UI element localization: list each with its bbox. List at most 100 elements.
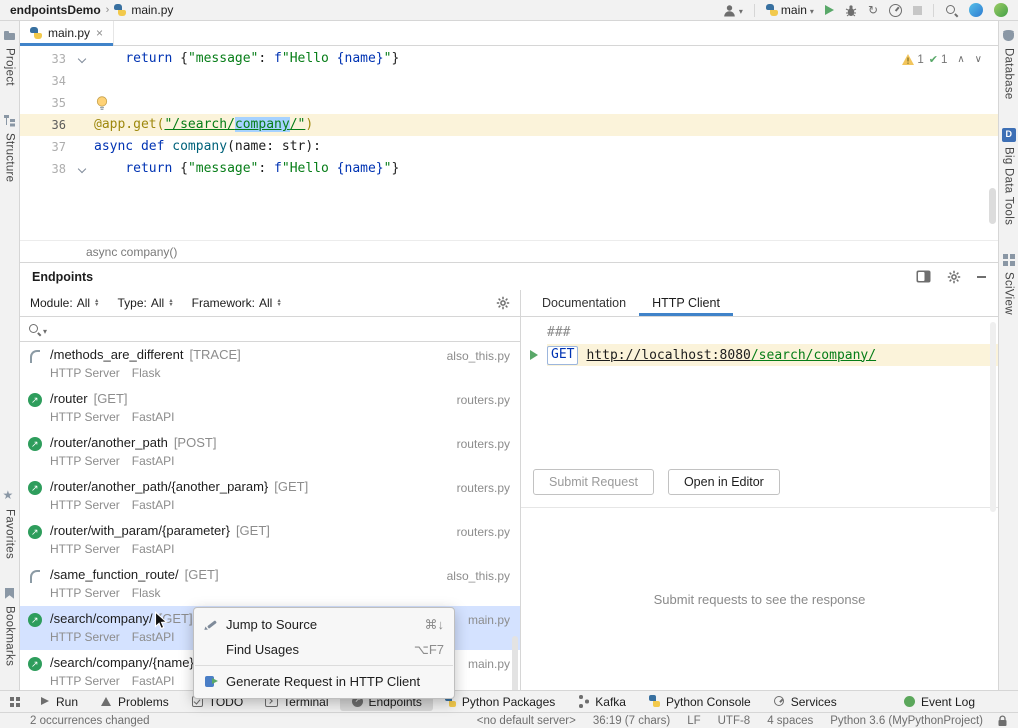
endpoint-row[interactable]: /router/with_param/{parameter} [GET] HTT…	[20, 518, 520, 562]
code-token: async	[94, 139, 133, 154]
client-tab[interactable]: HTTP Client	[639, 290, 733, 316]
layout-icon[interactable]	[916, 270, 931, 283]
toolwindow-button[interactable]: Bookmarks	[3, 587, 17, 666]
run-config-select[interactable]: main	[766, 3, 814, 17]
http-request-editor[interactable]: ### GET http://localhost:8080/search/com…	[521, 317, 998, 507]
debug-button[interactable]	[845, 4, 857, 17]
code-editor[interactable]: 33 return {"message": f"Hello {name}"} 3…	[20, 46, 998, 240]
menu-item[interactable]: Jump to Source ⌘↓	[194, 612, 454, 637]
endpoint-file: main.py	[468, 657, 510, 690]
status-item[interactable]: Python 3.6 (MyPythonProject)	[830, 715, 983, 727]
code-line[interactable]: 34	[20, 70, 998, 92]
request-url-path[interactable]: /search/company/	[751, 348, 876, 363]
toolwindow-button[interactable]: Structure	[3, 114, 17, 182]
toolwindow-label: Structure	[4, 133, 16, 182]
titlebar-actions: main	[723, 3, 1008, 17]
previous-issue-icon[interactable]: ∧	[957, 54, 964, 65]
endpoint-row[interactable]: /router [GET] HTTP Server FastAPI router…	[20, 386, 520, 430]
breadcrumb-project[interactable]: endpointsDemo	[10, 3, 101, 17]
client-tab[interactable]: Documentation	[529, 290, 639, 316]
menu-item[interactable]: Find Usages ⌥F7	[194, 637, 454, 662]
submit-request-button[interactable]: Submit Request	[533, 469, 654, 495]
toolwindow-tab[interactable]: Problems	[89, 693, 180, 711]
toolwindow-tab[interactable]: Kafka	[566, 693, 637, 711]
breadcrumb-file[interactable]: main.py	[131, 3, 173, 17]
toolwindow-tab-event-log[interactable]: Event Log	[892, 693, 986, 711]
search-everywhere-button[interactable]	[945, 4, 958, 17]
toolwindow-button[interactable]: Project	[3, 29, 17, 86]
toolwindow-tab[interactable]: Python Console	[637, 693, 762, 711]
toolwindow-button[interactable]: Big Data Tools	[1002, 128, 1016, 225]
search-icon	[28, 323, 41, 336]
status-item[interactable]: 36:19 (7 chars)	[593, 715, 670, 727]
request-url-host[interactable]: http://localhost:8080	[586, 348, 750, 363]
user-account-button[interactable]	[723, 3, 743, 17]
code-line[interactable]: 38 return {"message": f"Hello {name}"}	[20, 158, 998, 180]
code-line[interactable]: 33 return {"message": f"Hello {name}"}	[20, 48, 998, 70]
toolwindow-tab[interactable]: Run	[27, 693, 89, 711]
fold-icon[interactable]	[78, 165, 86, 173]
filter-select[interactable]: Framework: All	[192, 296, 282, 310]
endpoint-method: [GET]	[236, 523, 270, 538]
editor-scrollbar[interactable]	[989, 188, 996, 224]
code-line[interactable]: 36 @app.get("/search/company/")	[20, 114, 998, 136]
breadcrumb-function[interactable]: async company()	[86, 245, 177, 259]
status-item[interactable]: 4 spaces	[767, 715, 813, 727]
gutter	[72, 70, 94, 92]
stop-button[interactable]	[913, 6, 922, 15]
close-tab-icon[interactable]: ×	[96, 26, 103, 40]
endpoint-framework: FastAPI	[132, 410, 175, 428]
filter-select[interactable]: Module: All	[30, 296, 100, 310]
editor-tab[interactable]: main.py ×	[20, 21, 114, 45]
filter-settings-button[interactable]	[496, 296, 510, 310]
gutter	[72, 158, 94, 180]
next-issue-icon[interactable]: ∨	[975, 54, 982, 65]
status-item[interactable]: UTF-8	[718, 715, 751, 727]
status-item[interactable]: <no default server>	[477, 715, 576, 727]
run-request-icon[interactable]	[530, 350, 538, 360]
code-line[interactable]: 37 async def company(name: str):	[20, 136, 998, 158]
search-options-caret-icon[interactable]	[43, 322, 47, 337]
open-in-editor-button[interactable]: Open in Editor	[668, 469, 780, 495]
endpoint-file: routers.py	[457, 437, 510, 474]
endpoint-search-bar[interactable]	[20, 317, 520, 342]
toolwindow-button[interactable]: Database	[1002, 29, 1016, 100]
toolwindow-button[interactable]: Favorites	[3, 490, 17, 559]
warnings-chip[interactable]: 1	[902, 54, 923, 66]
endpoint-row[interactable]: /same_function_route/ [GET] HTTP Server …	[20, 562, 520, 606]
filter-select[interactable]: Type: All	[118, 296, 174, 310]
run-button[interactable]	[825, 5, 834, 15]
updown-arrows-icon	[276, 299, 281, 308]
menu-item[interactable]: Generate Request in HTTP Client	[194, 669, 454, 694]
inspections-widget[interactable]: 1 1 ∧ ∨	[902, 53, 982, 66]
editor-breadcrumbs[interactable]: async company()	[20, 240, 998, 262]
endpoint-row[interactable]: /methods_are_different [TRACE] HTTP Serv…	[20, 342, 520, 386]
endpoint-row[interactable]: /router/another_path/{another_param} [GE…	[20, 474, 520, 518]
client-scrollbar[interactable]	[990, 322, 996, 512]
toolwindow-button[interactable]: SciView	[1002, 253, 1016, 315]
code-with-me-icon[interactable]	[969, 3, 983, 17]
folder-icon	[3, 29, 17, 43]
intention-bulb-icon[interactable]	[96, 96, 108, 111]
status-item[interactable]: LF	[687, 715, 700, 727]
toolwindow-tab[interactable]: Services	[762, 693, 848, 711]
fold-icon[interactable]	[78, 55, 86, 63]
code-line[interactable]: 35	[20, 92, 998, 114]
gear-icon[interactable]	[947, 270, 961, 284]
endpoint-row[interactable]: /router/another_path [POST] HTTP Server …	[20, 430, 520, 474]
passed-chip[interactable]: 1	[929, 53, 948, 66]
line-number: 36	[20, 114, 72, 136]
coverage-button[interactable]	[868, 3, 878, 17]
hide-panel-icon[interactable]	[977, 276, 986, 278]
play-icon	[825, 5, 834, 15]
endpoint-server: HTTP Server	[50, 586, 120, 604]
search-input[interactable]	[49, 319, 512, 339]
code-token: {name}	[337, 161, 384, 176]
whats-new-icon[interactable]	[994, 3, 1008, 17]
request-line[interactable]: GET http://localhost:8080/search/company…	[521, 344, 998, 366]
code-token: "message"	[188, 51, 258, 66]
profiler-button[interactable]	[889, 4, 902, 17]
request-url[interactable]: http://localhost:8080/search/company/	[586, 348, 876, 363]
toolwindow-switcher-icon[interactable]	[8, 695, 21, 708]
lock-button[interactable]	[997, 715, 1008, 727]
